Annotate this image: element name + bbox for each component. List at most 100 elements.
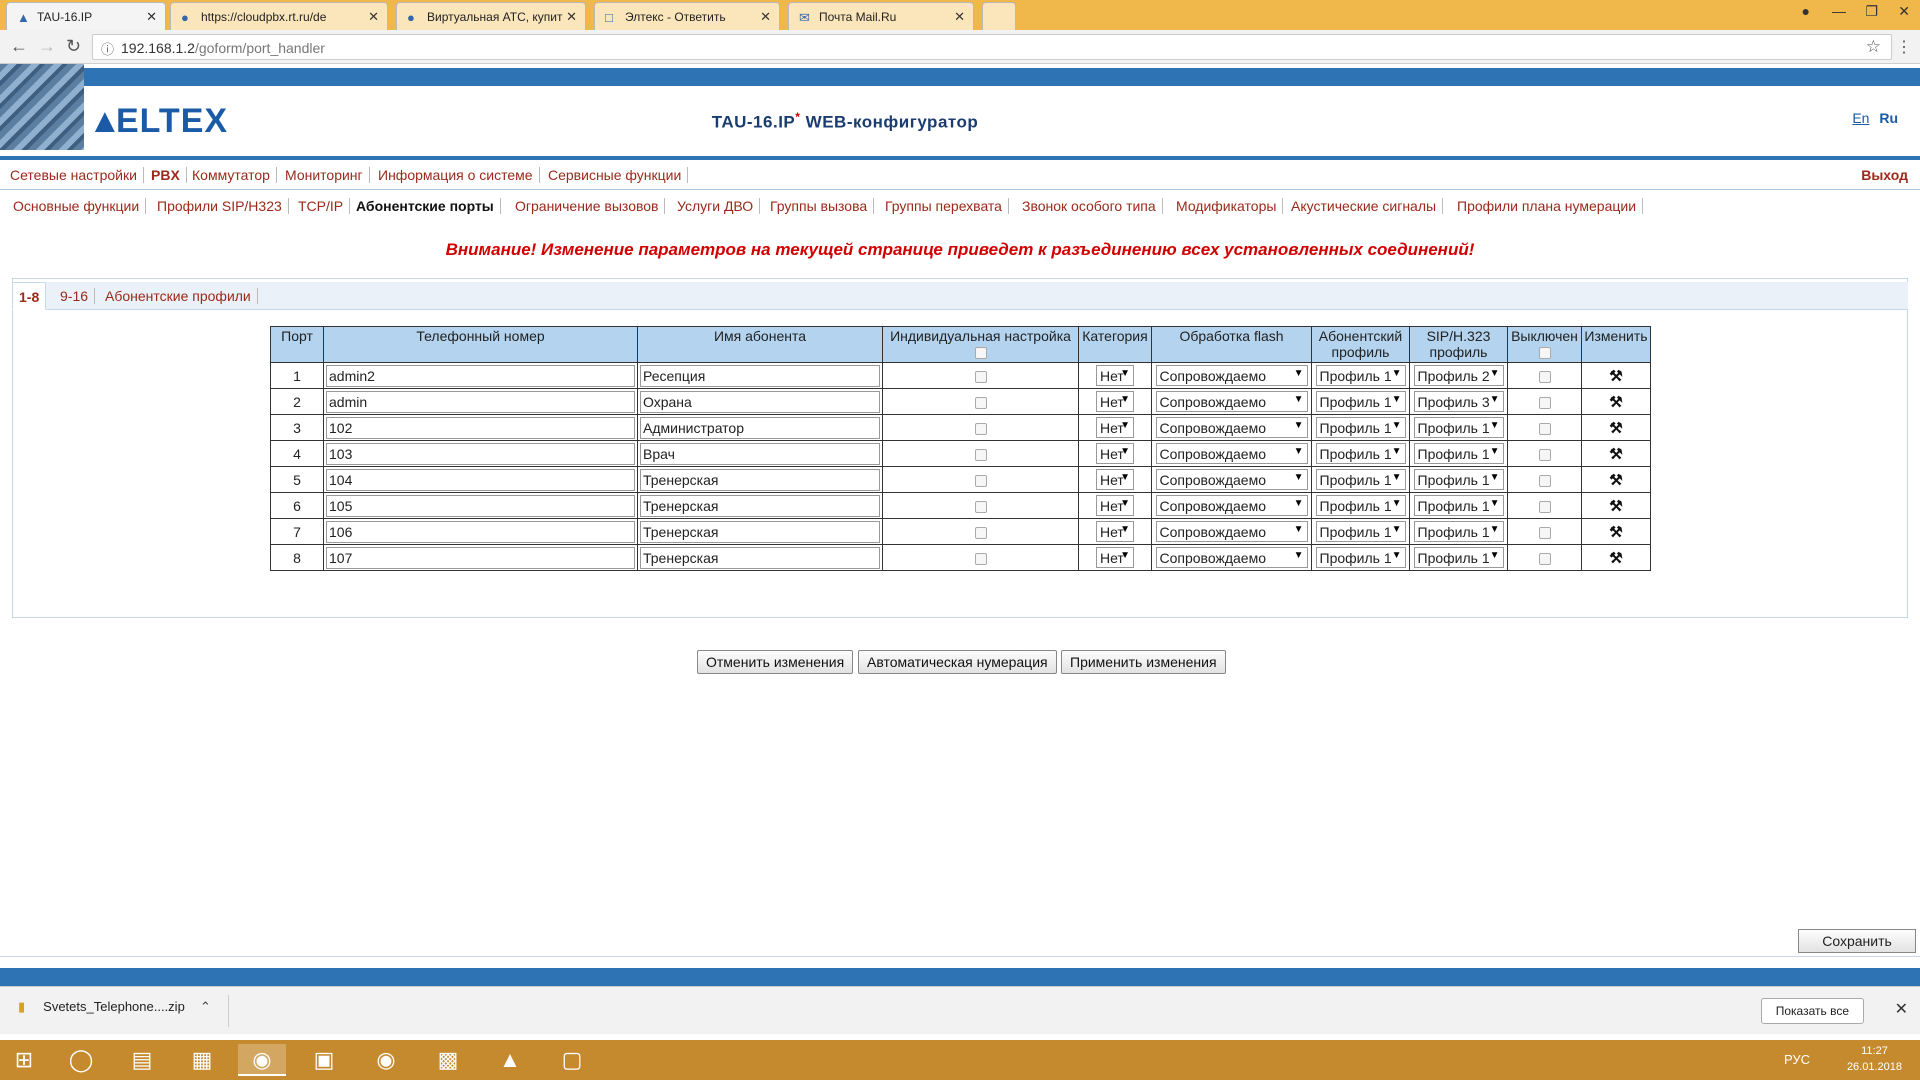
browser-tab-active[interactable]: ▲ TAU-16.IP ✕ — [6, 2, 166, 30]
submenu-modifiers[interactable]: Модификаторы — [1170, 198, 1284, 214]
category-select[interactable]: Нет ▼ — [1096, 391, 1134, 412]
bookmark-star-icon[interactable]: ☆ — [1866, 37, 1881, 57]
category-select[interactable]: Нет ▼ — [1096, 495, 1134, 516]
menu-monitoring[interactable]: Мониторинг — [279, 167, 370, 183]
individual-setting-checkbox[interactable] — [974, 552, 987, 565]
auto-numbering-button[interactable]: Автоматическая нумерация — [858, 650, 1057, 674]
submenu-sip-h323-profiles[interactable]: Профили SIP/H323 — [151, 198, 289, 214]
subscriber-profile-select[interactable]: Профиль 1 ▼ — [1315, 443, 1406, 464]
chevron-up-icon[interactable]: ⌃ — [200, 999, 211, 1015]
phone-number-input[interactable]: admin — [326, 390, 635, 413]
phone-number-input[interactable]: 106 — [326, 520, 635, 543]
menu-pbx[interactable]: PBX — [145, 167, 187, 183]
category-select[interactable]: Нет ▼ — [1096, 521, 1134, 542]
sip-profile-select[interactable]: Профиль 1 ▼ — [1413, 547, 1504, 568]
new-tab-button[interactable] — [982, 2, 1016, 30]
category-select[interactable]: Нет ▼ — [1096, 469, 1134, 490]
individual-setting-checkbox[interactable] — [974, 370, 987, 383]
tab-subscriber-profiles[interactable]: Абонентские профили — [99, 288, 258, 304]
file-explorer-icon[interactable]: ▤ — [118, 1044, 166, 1076]
control-panel-icon[interactable]: ▦ — [178, 1044, 226, 1076]
submenu-pickup-groups[interactable]: Группы перехвата — [879, 198, 1009, 214]
logout-link[interactable]: Выход — [1861, 167, 1908, 183]
tray-lang[interactable]: РУС — [1784, 1052, 1810, 1067]
close-icon[interactable]: ✕ — [566, 9, 577, 25]
user-icon[interactable]: ● — [1802, 3, 1810, 19]
individual-setting-checkbox[interactable] — [974, 422, 987, 435]
close-icon[interactable]: ✕ — [368, 9, 379, 25]
command-prompt-icon[interactable]: ▩ — [424, 1044, 472, 1076]
show-all-downloads-button[interactable]: Показать все — [1760, 998, 1864, 1024]
subscriber-name-input[interactable]: Тренерская — [640, 520, 880, 543]
phone-number-input[interactable]: admin2 — [326, 364, 635, 387]
sip-profile-select[interactable]: Профиль 3 ▼ — [1413, 391, 1504, 412]
subscriber-name-input[interactable]: Тренерская — [640, 494, 880, 517]
menu-system-info[interactable]: Информация о системе — [372, 167, 540, 183]
reload-icon[interactable]: ↻ — [66, 36, 81, 57]
subscriber-name-input[interactable]: Ресепция — [640, 364, 880, 387]
category-select[interactable]: Нет ▼ — [1096, 417, 1134, 438]
menu-switch[interactable]: Коммутатор — [186, 167, 277, 183]
subscriber-name-input[interactable]: Тренерская — [640, 468, 880, 491]
cancel-changes-button[interactable]: Отменить изменения — [697, 650, 854, 674]
subscriber-profile-select[interactable]: Профиль 1 ▼ — [1315, 417, 1406, 438]
submenu-subscriber-ports[interactable]: Абонентские порты — [350, 198, 501, 214]
camera-app-icon[interactable]: ◉ — [362, 1044, 410, 1076]
sip-profile-select[interactable]: Профиль 1 ▼ — [1413, 443, 1504, 464]
individual-setting-checkbox[interactable] — [974, 526, 987, 539]
flash-handling-select[interactable]: Сопровождаемо ▼ — [1155, 391, 1308, 412]
sip-profile-select[interactable]: Профиль 1 ▼ — [1413, 521, 1504, 542]
close-downloads-icon[interactable]: ✕ — [1895, 999, 1908, 1019]
port-disabled-checkbox[interactable] — [1538, 422, 1551, 435]
apply-changes-button[interactable]: Применить изменения — [1061, 650, 1226, 674]
phone-number-input[interactable]: 104 — [326, 468, 635, 491]
sip-profile-select[interactable]: Профиль 1 ▼ — [1413, 417, 1504, 438]
subscriber-profile-select[interactable]: Профиль 1 ▼ — [1315, 469, 1406, 490]
edit-tools-icon[interactable]: ⚒ — [1609, 368, 1622, 385]
submenu-tcp-ip[interactable]: TCP/IP — [292, 198, 351, 214]
submenu-special-ring[interactable]: Звонок особого типа — [1016, 198, 1163, 214]
app-red-icon[interactable]: ▲ — [486, 1044, 534, 1076]
minimize-icon[interactable]: — — [1832, 3, 1846, 19]
chrome-icon[interactable]: ◉ — [238, 1044, 286, 1076]
sip-profile-select[interactable]: Профиль 1 ▼ — [1413, 469, 1504, 490]
submenu-call-restrictions[interactable]: Ограничение вызовов — [509, 198, 666, 214]
subscriber-name-input[interactable]: Администратор — [640, 416, 880, 439]
lang-ru-link[interactable]: Ru — [1879, 110, 1898, 126]
category-select[interactable]: Нет ▼ — [1096, 365, 1134, 386]
select-all-individual-checkbox[interactable] — [974, 347, 987, 360]
close-icon[interactable]: ✕ — [954, 9, 965, 25]
edit-tools-icon[interactable]: ⚒ — [1609, 524, 1622, 541]
phone-number-input[interactable]: 103 — [326, 442, 635, 465]
individual-setting-checkbox[interactable] — [974, 474, 987, 487]
subscriber-profile-select[interactable]: Профиль 1 ▼ — [1315, 495, 1406, 516]
menu-network-settings[interactable]: Сетевые настройки — [4, 167, 144, 183]
phone-number-input[interactable]: 102 — [326, 416, 635, 439]
edit-tools-icon[interactable]: ⚒ — [1609, 394, 1622, 411]
close-icon[interactable]: ✕ — [760, 9, 771, 25]
port-disabled-checkbox[interactable] — [1538, 370, 1551, 383]
phone-number-input[interactable]: 105 — [326, 494, 635, 517]
back-icon[interactable]: ← — [10, 36, 28, 57]
subscriber-name-input[interactable]: Врач — [640, 442, 880, 465]
subscriber-name-input[interactable]: Тренерская — [640, 546, 880, 569]
edit-tools-icon[interactable]: ⚒ — [1609, 420, 1622, 437]
edit-tools-icon[interactable]: ⚒ — [1609, 446, 1622, 463]
port-disabled-checkbox[interactable] — [1538, 448, 1551, 461]
select-all-disabled-checkbox[interactable] — [1538, 347, 1551, 360]
port-disabled-checkbox[interactable] — [1538, 396, 1551, 409]
port-disabled-checkbox[interactable] — [1538, 500, 1551, 513]
restore-icon[interactable]: ❐ — [1865, 3, 1878, 20]
flash-handling-select[interactable]: Сопровождаемо ▼ — [1155, 547, 1308, 568]
subscriber-name-input[interactable]: Охрана — [640, 390, 880, 413]
flash-handling-select[interactable]: Сопровождаемо ▼ — [1155, 469, 1308, 490]
url-input[interactable]: ⓘ 192.168.1.2/goform/port_handler ☆ — [92, 34, 1892, 60]
menu-service-functions[interactable]: Сервисные функции — [542, 167, 689, 183]
sip-profile-select[interactable]: Профиль 2 ▼ — [1413, 365, 1504, 386]
remote-desktop-icon[interactable]: ▢ — [548, 1044, 596, 1076]
windows-start-icon[interactable]: ⊞ — [0, 1044, 48, 1076]
tab-ports-9-16[interactable]: 9-16 — [54, 288, 96, 304]
category-select[interactable]: Нет ▼ — [1096, 547, 1134, 568]
close-window-icon[interactable]: ✕ — [1898, 3, 1910, 20]
browser-tab[interactable]: ● https://cloudpbx.rt.ru/de ✕ — [170, 2, 388, 30]
